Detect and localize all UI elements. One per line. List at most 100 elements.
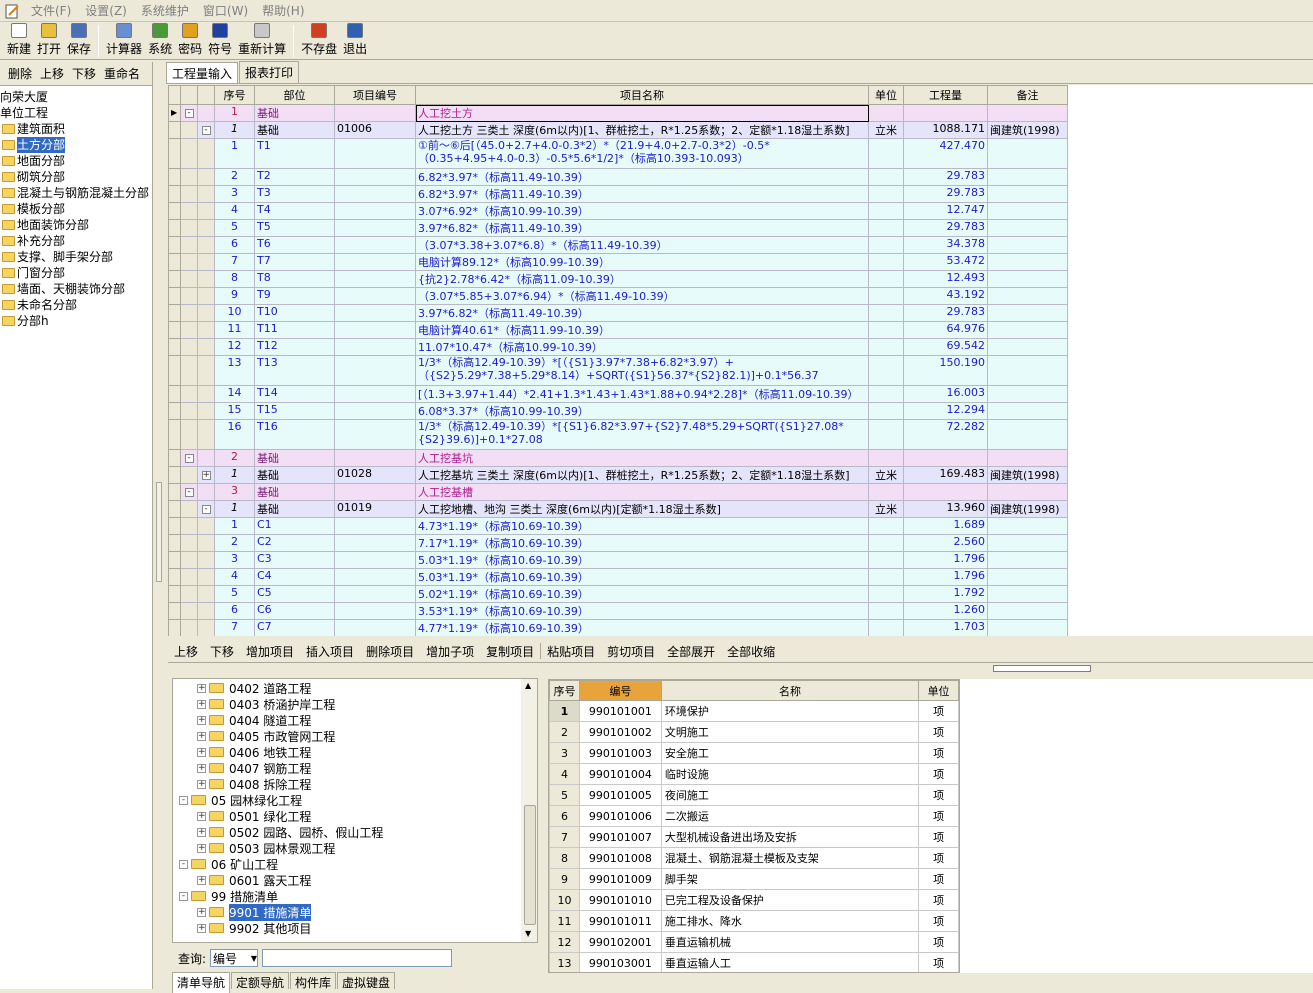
grid-row[interactable]: 9 T9 （3.07*5.85+3.07*6.94）*（标高11.49-10.39）…: [168, 287, 1068, 305]
item-tool-button[interactable]: 下移: [204, 643, 240, 660]
bill-row[interactable]: 13 990103001 垂直运输人工项: [549, 952, 959, 972]
expand-cell[interactable]: [197, 219, 215, 237]
row-gutter[interactable]: [168, 449, 181, 467]
bill-code[interactable]: 990101007: [578, 826, 662, 848]
note-cell[interactable]: [987, 483, 1068, 501]
code-cell[interactable]: [334, 185, 416, 203]
code-cell[interactable]: 01006: [334, 121, 416, 139]
seq-cell[interactable]: 5: [214, 585, 255, 603]
bill-name[interactable]: 施工排水、降水: [660, 910, 920, 932]
note-cell[interactable]: [987, 402, 1068, 420]
code-cell[interactable]: [334, 534, 416, 552]
code-cell[interactable]: [334, 168, 416, 186]
name-cell[interactable]: 5.03*1.19*（标高10.69-10.39）: [415, 551, 869, 569]
column-header[interactable]: 序号: [549, 680, 580, 701]
bill-unit[interactable]: 项: [918, 847, 959, 869]
code-cell[interactable]: 01028: [334, 466, 416, 484]
library-tree-item[interactable]: +0403 桥涵护岸工程: [173, 696, 537, 712]
expand-toggle-icon[interactable]: +: [197, 747, 206, 757]
expand-toggle-icon[interactable]: +: [197, 907, 206, 917]
note-cell[interactable]: [987, 419, 1068, 450]
note-cell[interactable]: [987, 219, 1068, 237]
unit-cell[interactable]: [868, 236, 904, 254]
grid-row[interactable]: 8 T8 {抗2}2.78*6.42*（标高11.09-10.39） 12.493: [168, 270, 1068, 288]
tree-tool-button[interactable]: 重命名: [100, 65, 144, 82]
row-gutter[interactable]: [168, 138, 181, 169]
column-header[interactable]: 部位: [254, 85, 335, 105]
code-cell[interactable]: [334, 304, 416, 322]
seq-cell[interactable]: 1: [214, 466, 255, 484]
tree-tool-button[interactable]: 上移: [36, 65, 68, 82]
note-cell[interactable]: 闽建筑(1998): [987, 121, 1068, 139]
item-tool-button[interactable]: 增加项目: [240, 643, 300, 660]
name-cell[interactable]: 6.82*3.97*（标高11.49-10.39）: [415, 185, 869, 203]
bill-unit[interactable]: 项: [918, 763, 959, 785]
row-gutter[interactable]: [168, 619, 181, 636]
bill-name[interactable]: 夜间施工: [660, 784, 920, 806]
item-tool-button[interactable]: 删除项目: [360, 643, 420, 660]
expand-cell[interactable]: [180, 202, 198, 220]
toolbar-button[interactable]: 退出: [340, 23, 370, 59]
library-tree-item[interactable]: +0406 地铁工程: [173, 744, 537, 760]
expand-cell[interactable]: [197, 517, 215, 535]
toolbar-button[interactable]: 重新计算: [235, 23, 289, 59]
expand-cell[interactable]: [180, 338, 198, 356]
name-cell[interactable]: 1/3*（标高12.49-10.39）*[{S1}6.82*3.97+{S2}7…: [415, 419, 869, 450]
expand-cell[interactable]: -: [197, 500, 215, 518]
library-tab[interactable]: 构件库: [290, 972, 337, 990]
tree-item[interactable]: 砌筑分部: [0, 169, 152, 185]
bill-row[interactable]: 8 990101008 混凝土、钢筋混凝土模板及支架项: [549, 847, 959, 869]
name-cell[interactable]: 3.07*6.92*（标高10.99-10.39）: [415, 202, 869, 220]
bill-name[interactable]: 环境保护: [660, 700, 920, 722]
note-cell[interactable]: [987, 202, 1068, 220]
scroll-up-icon[interactable]: ▲: [525, 681, 531, 690]
library-tree-item[interactable]: +9902 其他项目: [173, 920, 537, 936]
bill-unit[interactable]: 项: [918, 784, 959, 806]
unit-cell[interactable]: [868, 585, 904, 603]
library-splitter[interactable]: [539, 679, 548, 973]
qty-cell[interactable]: 1088.171: [903, 121, 988, 139]
bill-name[interactable]: 脚手架: [660, 868, 920, 890]
unit-cell[interactable]: [868, 483, 904, 501]
expand-toggle-icon[interactable]: +: [197, 779, 206, 789]
tree-item[interactable]: 地面装饰分部: [0, 217, 152, 233]
expand-cell[interactable]: [197, 287, 215, 305]
expand-cell[interactable]: [197, 270, 215, 288]
expand-toggle-icon[interactable]: +: [197, 699, 206, 709]
qty-cell[interactable]: 427.470: [903, 138, 988, 169]
expand-cell[interactable]: [197, 402, 215, 420]
seq-cell[interactable]: 7: [214, 619, 255, 636]
code-cell[interactable]: [334, 236, 416, 254]
library-tree-item[interactable]: +0407 钢筋工程: [173, 760, 537, 776]
unit-cell[interactable]: 立米: [868, 466, 904, 484]
expand-cell[interactable]: [180, 168, 198, 186]
expand-cell[interactable]: [180, 287, 198, 305]
bill-unit[interactable]: 项: [918, 700, 959, 722]
library-tree-item[interactable]: +0501 绿化工程: [173, 808, 537, 824]
row-gutter[interactable]: [168, 270, 181, 288]
expand-cell[interactable]: [180, 619, 198, 636]
name-cell[interactable]: 4.77*1.19*（标高10.69-10.39）: [415, 619, 869, 636]
part-cell[interactable]: T11: [254, 321, 335, 339]
name-cell[interactable]: （3.07*5.85+3.07*6.94）*（标高11.49-10.39）: [415, 287, 869, 305]
expand-cell[interactable]: [197, 104, 215, 122]
name-cell[interactable]: 人工挖土方: [415, 104, 869, 122]
code-cell[interactable]: [334, 287, 416, 305]
name-cell[interactable]: 5.03*1.19*（标高10.69-10.39）: [415, 568, 869, 586]
part-cell[interactable]: C5: [254, 585, 335, 603]
qty-cell[interactable]: 12.747: [903, 202, 988, 220]
part-cell[interactable]: 基础: [254, 121, 335, 139]
expand-cell[interactable]: [180, 138, 198, 169]
row-gutter[interactable]: [168, 168, 181, 186]
grid-row[interactable]: -1 基础 01006 人工挖土方 三类土 深度(6m以内)[1、群桩挖土，R*1.2…: [168, 121, 1068, 139]
unit-cell[interactable]: [868, 304, 904, 322]
code-cell[interactable]: [334, 270, 416, 288]
part-cell[interactable]: 基础: [254, 466, 335, 484]
row-gutter[interactable]: [168, 551, 181, 569]
column-header[interactable]: 名称: [660, 680, 920, 701]
part-cell[interactable]: T13: [254, 355, 335, 386]
unit-cell[interactable]: [868, 104, 904, 122]
grid-row[interactable]: 2 T2 6.82*3.97*（标高11.49-10.39） 29.783: [168, 168, 1068, 186]
bill-unit[interactable]: 项: [918, 868, 959, 890]
seq-cell[interactable]: 8: [214, 270, 255, 288]
